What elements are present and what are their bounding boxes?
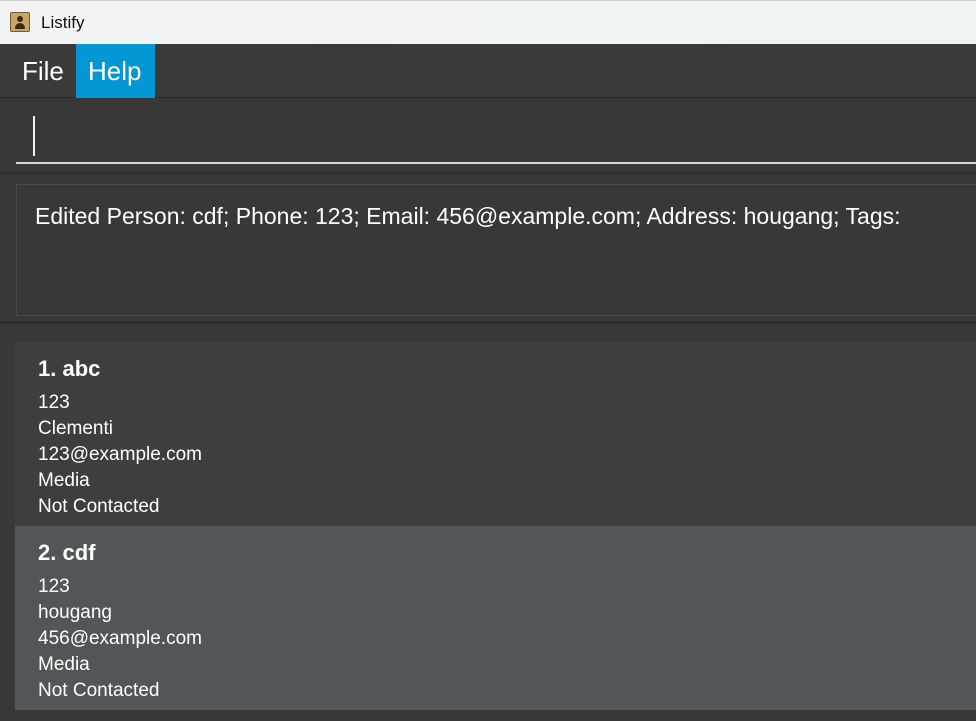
result-text: Edited Person: cdf; Phone: 123; Email: 4…	[35, 203, 901, 229]
person-name: 2. cdf	[38, 540, 96, 565]
menu-help[interactable]: Help	[76, 44, 155, 98]
person-card-selected[interactable]: 2. cdf 123 hougang 456@example.com Media…	[15, 526, 976, 710]
menu-bar: File Help	[0, 44, 976, 98]
person-phone: 123	[38, 392, 70, 413]
title-bar: Listify	[0, 0, 976, 44]
person-address: hougang	[38, 602, 112, 623]
person-status: Not Contacted	[38, 680, 160, 701]
person-email: 456@example.com	[38, 628, 202, 649]
command-area	[0, 98, 976, 174]
person-tag: Media	[38, 470, 90, 491]
menu-file[interactable]: File	[10, 44, 76, 98]
result-area: Edited Person: cdf; Phone: 123; Email: 4…	[0, 174, 976, 324]
text-caret	[33, 116, 35, 156]
address-book-icon	[10, 12, 30, 32]
person-phone: 123	[38, 576, 70, 597]
person-address: Clementi	[38, 418, 113, 439]
person-email: 123@example.com	[38, 444, 202, 465]
command-input[interactable]	[16, 112, 976, 164]
person-card[interactable]: 1. abc 123 Clementi 123@example.com Medi…	[15, 342, 976, 526]
window-title: Listify	[41, 13, 85, 32]
person-list[interactable]: 1. abc 123 Clementi 123@example.com Medi…	[0, 324, 976, 721]
person-tag: Media	[38, 654, 90, 675]
result-display: Edited Person: cdf; Phone: 123; Email: 4…	[16, 184, 976, 316]
person-name: 1. abc	[38, 356, 101, 381]
person-status: Not Contacted	[38, 496, 160, 517]
